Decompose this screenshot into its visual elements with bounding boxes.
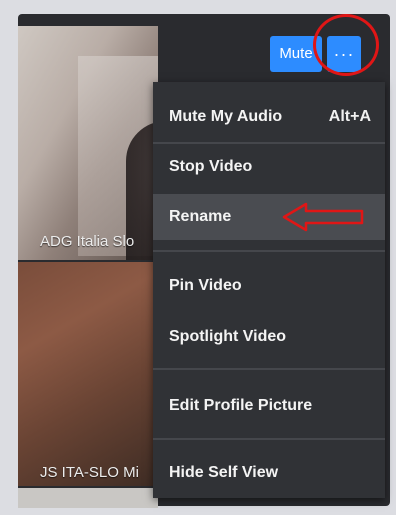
menu-item-pin-video[interactable]: Pin Video bbox=[153, 263, 385, 309]
more-icon: ··· bbox=[333, 43, 355, 64]
menu-item-label: Rename bbox=[169, 208, 232, 225]
menu-item-stop-video[interactable]: Stop Video bbox=[153, 144, 385, 190]
menu-item-label: Spotlight Video bbox=[169, 328, 287, 345]
menu-item-label: Mute My Audio bbox=[169, 108, 283, 125]
menu-item-label: Stop Video bbox=[169, 158, 253, 175]
video-tile-third[interactable] bbox=[18, 488, 158, 508]
mute-button[interactable]: Mute bbox=[270, 36, 322, 72]
menu-item-edit-profile-picture[interactable]: Edit Profile Picture bbox=[153, 383, 385, 429]
menu-divider bbox=[153, 250, 385, 252]
menu-item-hide-self-view[interactable]: Hide Self View bbox=[153, 450, 385, 496]
menu-item-rename[interactable]: Rename bbox=[153, 194, 385, 240]
menu-item-mute-my-audio[interactable]: Mute My Audio Alt+A bbox=[153, 94, 385, 140]
menu-divider bbox=[153, 438, 385, 440]
more-options-button[interactable]: ··· bbox=[327, 36, 361, 72]
video-tile-bottom[interactable] bbox=[18, 262, 158, 486]
participant-context-menu: Mute My Audio Alt+A Stop Video Rename Pi… bbox=[153, 82, 385, 498]
menu-item-shortcut: Alt+A bbox=[328, 108, 371, 125]
menu-item-label: Edit Profile Picture bbox=[169, 397, 313, 414]
participant-name-label: JS ITA-SLO Mi bbox=[40, 464, 139, 481]
menu-item-label: Pin Video bbox=[169, 277, 242, 294]
participant-name-label: ADG Italia Slo bbox=[40, 233, 135, 250]
menu-divider bbox=[153, 368, 385, 370]
menu-item-spotlight-video[interactable]: Spotlight Video bbox=[153, 314, 385, 360]
video-tile-top[interactable] bbox=[18, 26, 158, 260]
menu-item-label: Hide Self View bbox=[169, 464, 279, 481]
